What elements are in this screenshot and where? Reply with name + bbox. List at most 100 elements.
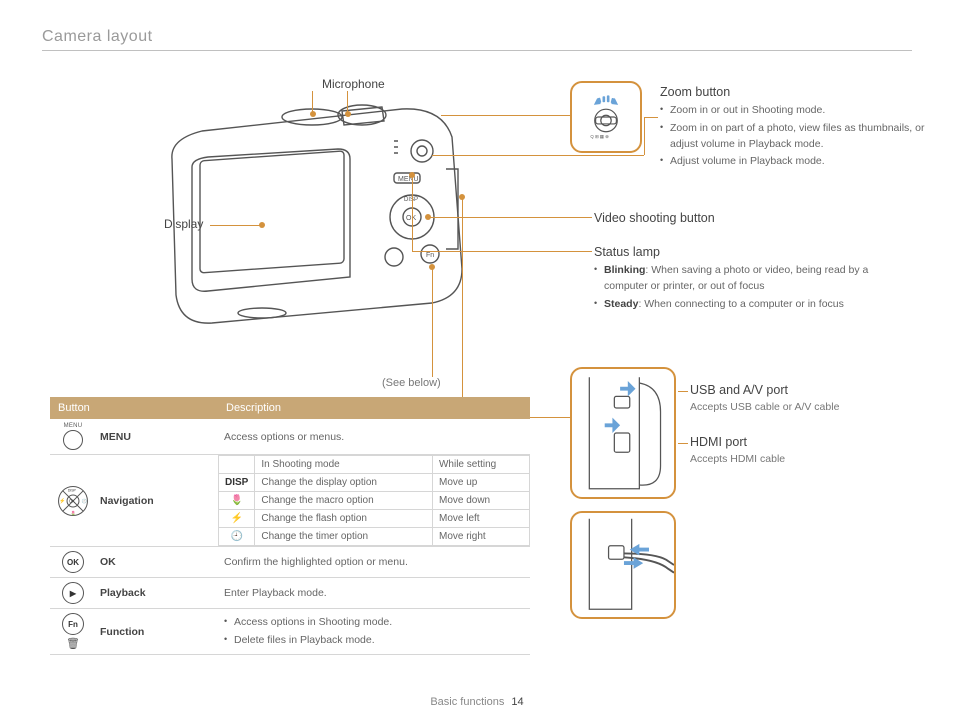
camera-svg: MENU OK DISP Fn [142,99,482,329]
sub-cell: Change the flash option [255,510,433,528]
row-desc: Enter Playback mode. [218,583,530,603]
footer-section: Basic functions [430,696,504,708]
leader-line [432,155,644,156]
navigation-wheel-icon: OK DISP ⚡ 🕘 🌷 [50,455,96,546]
svg-text:⚡: ⚡ [59,497,65,504]
sub-cell: Move left [432,510,529,528]
leader-dot [409,172,415,178]
subtable-row: DISP Change the display option Move up [219,474,530,492]
callout-hdmi: HDMI port Accepts HDMI cable [690,435,910,465]
menu-button-icon: MENU [50,419,96,454]
svg-text:DISP: DISP [404,197,418,203]
page-title: Camera layout [42,28,912,46]
zoom-icon: Q ⊞ ▦ ⊕ [580,91,632,143]
sub-cell: Change the timer option [255,528,433,546]
leader-dot [259,222,265,228]
divider-top [42,50,912,51]
leader-dot [310,111,316,117]
sub-cell: Change the display option [255,474,433,492]
zoom-button-inset: Q ⊞ ▦ ⊕ [570,81,642,153]
callout-item: Blinking: When saving a photo or video, … [594,263,914,295]
fn-item: Delete files in Playback mode. [224,632,524,650]
timer-icon: 🕘 [219,528,255,546]
sub-cell: Move up [432,474,529,492]
table-row-ok: OK OK Confirm the highlighted option or … [50,547,530,578]
leader-line [644,117,645,155]
callout-title: USB and A/V port [690,383,910,397]
leader-line [441,115,571,116]
leader-line [678,391,688,392]
button-description-table: Button Description MENU MENU Access opti… [50,397,530,655]
row-name: MENU [96,427,218,447]
leader-line [428,217,592,218]
subtable-row: ⚡ Change the flash option Move left [219,510,530,528]
row-desc: Access options in Shooting mode. Delete … [218,610,530,654]
table-head-description: Description [218,397,530,419]
footer-page-number: 14 [511,696,523,708]
leader-dot [345,111,351,117]
macro-icon: 🌷 [219,492,255,510]
port-inset-bottom [570,511,676,619]
row-name: Function [96,622,218,642]
callout-item: Steady: When connecting to a computer or… [594,297,914,313]
callout-sub: Accepts USB cable or A/V cable [690,401,910,413]
leader-line [210,225,260,226]
table-row-function: Fn🗑 Function Access options in Shooting … [50,609,530,655]
row-name: Navigation [96,455,218,546]
callout-title: Status lamp [594,245,914,259]
port-illustration-2 [572,513,674,617]
svg-text:Q ⊞ ▦ ⊕: Q ⊞ ▦ ⊕ [590,134,608,139]
sub-head-setting: While setting [432,456,529,474]
leader-line [432,267,433,377]
svg-text:MENU: MENU [398,176,419,183]
label-see-below: (See below) [382,377,441,389]
page-footer: Basic functions 14 [0,696,954,708]
leader-dot [459,194,465,200]
label-microphone: Microphone [322,77,385,91]
callout-item: Zoom in or out in Shooting mode. [660,103,930,119]
table-head-button: Button [50,397,218,419]
callout-usb: USB and A/V port Accepts USB cable or A/… [690,383,910,413]
playback-button-icon: ▶ [50,578,96,608]
callout-title: HDMI port [690,435,910,449]
row-name: OK [96,552,218,572]
callout-title: Video shooting button [594,211,854,225]
leader-dot [429,264,435,270]
navigation-subtable: In Shooting mode While setting DISP Chan… [218,455,530,546]
row-desc-subtable: In Shooting mode While setting DISP Chan… [218,455,530,546]
port-illustration-1 [572,369,674,497]
main-diagram-area: Microphone Display (See below) MENU OK D… [42,67,912,667]
svg-text:DISP: DISP [68,488,77,492]
callout-item: Zoom in on part of a photo, view files a… [660,121,930,153]
leader-line [412,251,592,252]
port-inset-top [570,367,676,499]
flash-icon: ⚡ [219,510,255,528]
leader-line [678,443,688,444]
sub-cell: Move down [432,492,529,510]
sub-cell: Move right [432,528,529,546]
svg-text:🌷: 🌷 [70,510,75,515]
row-desc: Access options or menus. [218,427,530,447]
leader-line [312,91,313,113]
subtable-row: 🕘 Change the timer option Move right [219,528,530,546]
table-row-navigation: OK DISP ⚡ 🕘 🌷 Navigation In Shooting mod… [50,455,530,547]
callout-status: Status lamp Blinking: When saving a phot… [594,245,914,314]
table-row-playback: ▶ Playback Enter Playback mode. [50,578,530,609]
svg-text:🕘: 🕘 [82,498,88,503]
fn-item: Access options in Shooting mode. [224,614,524,632]
sub-head-shooting: In Shooting mode [255,456,433,474]
subtable-row: 🌷 Change the macro option Move down [219,492,530,510]
row-desc: Confirm the highlighted option or menu. [218,552,530,572]
leader-line [462,197,463,417]
leader-line [412,175,413,251]
table-header: Button Description [50,397,530,419]
callout-video: Video shooting button [594,211,854,229]
leader-line [644,117,658,118]
sub-cell: Change the macro option [255,492,433,510]
leader-line [347,91,348,113]
svg-text:Fn: Fn [426,252,434,259]
disp-icon: DISP [219,474,255,492]
table-row-menu: MENU MENU Access options or menus. [50,419,530,455]
function-button-icon: Fn🗑 [50,609,96,654]
callout-sub: Accepts HDMI cable [690,453,910,465]
